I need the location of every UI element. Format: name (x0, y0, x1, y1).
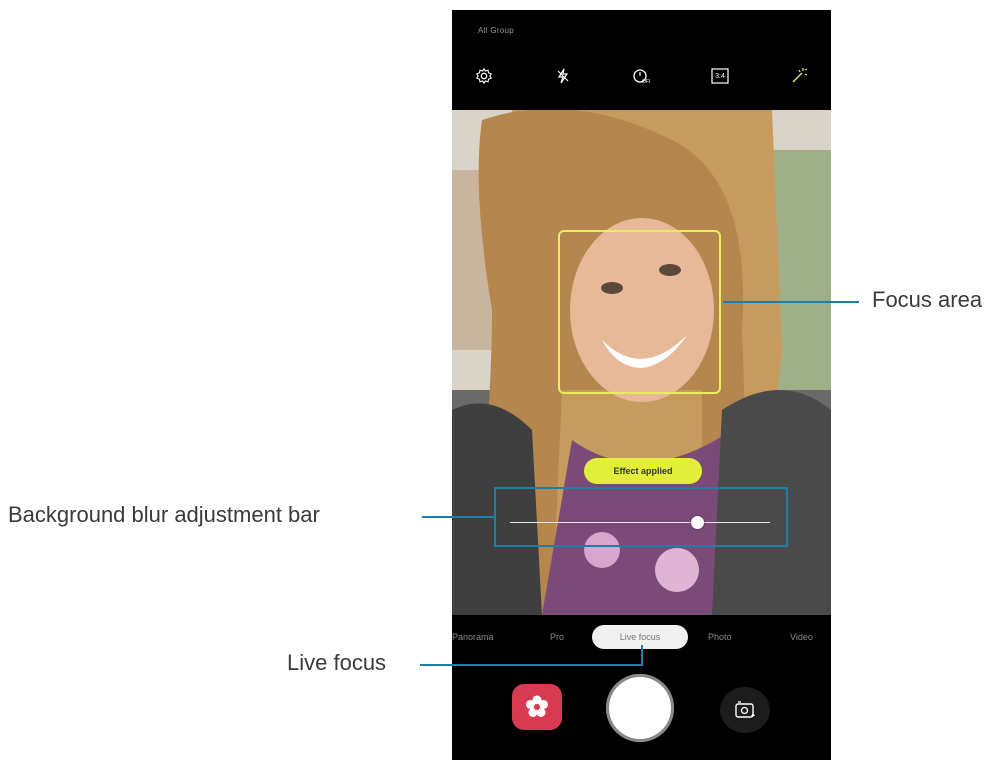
filter-button[interactable] (512, 684, 562, 730)
live-focus-callout-label: Live focus (287, 650, 387, 675)
live-focus-leader-vertical (641, 645, 643, 666)
blur-bar-highlight (494, 487, 788, 547)
focus-area-callout-label: Focus area (872, 287, 983, 312)
focus-area-box[interactable] (558, 230, 721, 394)
mode-pro[interactable]: Pro (550, 632, 564, 642)
ratio-button[interactable]: 3:4 (706, 62, 734, 90)
focus-area-leader-line (723, 301, 859, 303)
switch-camera-button[interactable] (720, 687, 770, 733)
mode-video[interactable]: Video (790, 632, 813, 642)
live-focus-leader-line (420, 664, 643, 666)
blur-bar-leader-line (422, 516, 494, 518)
status-text: All Group (478, 26, 515, 35)
effects-icon (792, 68, 808, 83)
effects-button[interactable] (785, 62, 813, 90)
mode-panorama[interactable]: Panorama (452, 632, 494, 642)
bottom-controls (452, 660, 831, 760)
mode-photo[interactable]: Photo (708, 632, 732, 642)
flash-off-icon (557, 68, 569, 84)
gear-icon (475, 67, 493, 85)
mode-live-focus[interactable]: Live focus (592, 625, 688, 649)
top-toolbar: OFF 3:4 (452, 54, 831, 104)
timer-off-icon: OFF (633, 69, 650, 85)
timer-button[interactable]: OFF (627, 62, 655, 90)
ratio-label: 3:4 (715, 72, 725, 80)
shutter-button[interactable] (606, 674, 674, 742)
svg-text:OFF: OFF (642, 79, 650, 85)
flash-button[interactable] (549, 62, 577, 90)
effect-applied-badge: Effect applied (584, 458, 702, 484)
settings-button[interactable] (470, 62, 498, 90)
switch-camera-icon (735, 701, 755, 718)
flower-icon (526, 695, 548, 717)
blur-bar-callout-label: Background blur adjustment bar (8, 502, 320, 527)
